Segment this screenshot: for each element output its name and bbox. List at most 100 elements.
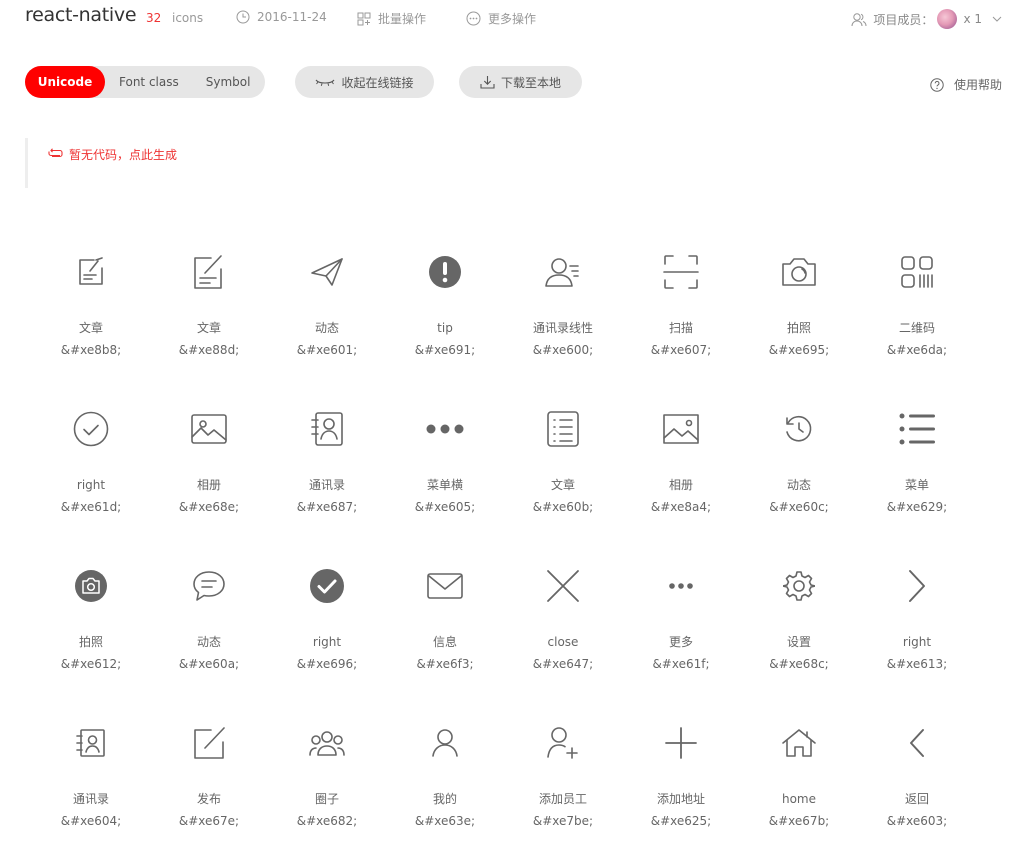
code-panel: 暂无代码，点此生成 xyxy=(25,138,177,188)
chat-bubble-icon xyxy=(189,562,229,610)
icon-name: home xyxy=(781,792,817,806)
icon-name: 拍照 xyxy=(78,635,103,649)
icon-code: &#xe63e; xyxy=(414,814,476,828)
contact-card-icon xyxy=(71,719,111,767)
icon-item[interactable]: right &#xe613; xyxy=(858,562,976,719)
icon-item[interactable]: 拍照 &#xe612; xyxy=(32,562,150,719)
icon-item[interactable]: right &#xe61d; xyxy=(32,405,150,562)
article-edit-icon xyxy=(189,248,229,296)
icon-grid: 文章 &#xe8b8; 文章 &#xe88d; 动态 &#xe601; tip &#xe691… xyxy=(32,248,976,857)
icon-code: &#xe8a4; xyxy=(650,500,712,514)
avatar[interactable] xyxy=(937,9,958,29)
icon-item[interactable]: 文章 &#xe88d; xyxy=(150,248,268,405)
tab-unicode[interactable]: Unicode xyxy=(25,66,105,98)
icon-item[interactable]: 拍照 &#xe695; xyxy=(740,248,858,405)
date-text: 2016-11-24 xyxy=(257,10,327,24)
icon-code: &#xe60b; xyxy=(532,500,594,514)
icon-item[interactable]: close &#xe647; xyxy=(504,562,622,719)
icon-name: 添加员工 xyxy=(538,792,587,806)
icon-code: &#xe695; xyxy=(768,343,830,357)
icon-code: &#xe607; xyxy=(650,343,712,357)
format-tabs: Unicode Font class Symbol xyxy=(25,66,265,98)
icon-item[interactable]: 发布 &#xe67e; xyxy=(150,719,268,857)
download-button[interactable]: 下载至本地 xyxy=(459,66,582,98)
help-circle-icon xyxy=(930,77,944,92)
icon-item[interactable]: 相册 &#xe68e; xyxy=(150,405,268,562)
icon-item[interactable]: 添加地址 &#xe625; xyxy=(622,719,740,857)
icon-item[interactable]: 动态 &#xe60c; xyxy=(740,405,858,562)
collapse-link-button[interactable]: 收起在线链接 xyxy=(295,66,434,98)
icon-item[interactable]: 添加员工 &#xe7be; xyxy=(504,719,622,857)
icon-item[interactable]: 菜单 &#xe629; xyxy=(858,405,976,562)
icon-item[interactable]: tip &#xe691; xyxy=(386,248,504,405)
icon-item[interactable]: 扫描 &#xe607; xyxy=(622,248,740,405)
generate-code-link[interactable]: 暂无代码，点此生成 xyxy=(69,146,177,163)
collapse-link-label: 收起在线链接 xyxy=(341,75,414,90)
icon-item[interactable]: 返回 &#xe603; xyxy=(858,719,976,857)
icon-name: tip xyxy=(437,321,453,335)
icon-item[interactable]: 我的 &#xe63e; xyxy=(386,719,504,857)
more-operation-button[interactable]: 更多操作 xyxy=(466,10,536,27)
icon-item[interactable]: 动态 &#xe601; xyxy=(268,248,386,405)
user-icon xyxy=(425,719,465,767)
icon-code: &#xe601; xyxy=(296,343,358,357)
camera-filled-icon xyxy=(71,562,111,610)
icon-name: 动态 xyxy=(786,478,811,492)
date-info: 2016-11-24 xyxy=(236,10,327,24)
icon-code: &#xe647; xyxy=(532,657,594,671)
icon-code: &#xe696; xyxy=(296,657,358,671)
project-members[interactable]: 项目成员： x 1 xyxy=(851,9,1002,29)
history-icon xyxy=(779,405,819,453)
article-icon xyxy=(71,248,111,296)
icon-name: 文章 xyxy=(78,321,103,335)
batch-icon xyxy=(357,12,371,25)
icon-code: &#xe8b8; xyxy=(60,343,122,357)
icon-count-label: icons xyxy=(172,11,204,25)
icon-code: &#xe68e; xyxy=(178,500,240,514)
icon-name: 相册 xyxy=(668,478,693,492)
icon-item[interactable]: 设置 &#xe68c; xyxy=(740,562,858,719)
icon-item[interactable]: 圈子 &#xe682; xyxy=(268,719,386,857)
icon-item[interactable]: 二维码 &#xe6da; xyxy=(858,248,976,405)
icon-name: 返回 xyxy=(904,792,929,806)
tab-font-class[interactable]: Font class xyxy=(119,66,179,98)
address-book-icon xyxy=(307,405,347,453)
chevron-down-icon[interactable] xyxy=(992,16,1002,22)
check-circle-icon xyxy=(71,405,111,453)
icon-item[interactable]: 相册 &#xe8a4; xyxy=(622,405,740,562)
paper-plane-icon xyxy=(307,248,347,296)
members-label: 项目成员： xyxy=(873,12,934,27)
icon-item[interactable]: 信息 &#xe6f3; xyxy=(386,562,504,719)
tab-symbol[interactable]: Symbol xyxy=(206,66,251,98)
more-circle-icon xyxy=(466,11,481,26)
icon-code: &#xe60a; xyxy=(178,657,240,671)
icon-code: &#xe687; xyxy=(296,500,358,514)
icon-item[interactable]: home &#xe67b; xyxy=(740,719,858,857)
icon-item[interactable]: 更多 &#xe61f; xyxy=(622,562,740,719)
batch-operation-button[interactable]: 批量操作 xyxy=(357,10,426,27)
icon-item[interactable]: 通讯录 &#xe604; xyxy=(32,719,150,857)
download-label: 下载至本地 xyxy=(500,75,561,90)
icon-code: &#xe625; xyxy=(650,814,712,828)
eye-closed-icon xyxy=(316,79,335,86)
members-count: x 1 xyxy=(963,12,982,26)
publish-icon xyxy=(189,719,229,767)
icon-item[interactable]: 文章 &#xe8b8; xyxy=(32,248,150,405)
icon-name: 扫描 xyxy=(668,321,693,335)
clock-icon xyxy=(236,10,250,24)
icon-code: &#xe68c; xyxy=(769,657,829,671)
icon-name: 发布 xyxy=(196,792,221,806)
icon-item[interactable]: 文章 &#xe60b; xyxy=(504,405,622,562)
icon-code: &#xe605; xyxy=(414,500,476,514)
icon-item[interactable]: 菜单横 &#xe605; xyxy=(386,405,504,562)
icon-item[interactable]: right &#xe696; xyxy=(268,562,386,719)
icon-item[interactable]: 通讯录线性 &#xe600; xyxy=(504,248,622,405)
home-icon xyxy=(779,719,819,767)
picture-icon xyxy=(189,405,229,453)
icon-item[interactable]: 动态 &#xe60a; xyxy=(150,562,268,719)
list-doc-icon xyxy=(543,405,583,453)
icon-name: 文章 xyxy=(550,478,575,492)
help-link[interactable]: 使用帮助 xyxy=(930,76,1002,93)
icon-name: 更多 xyxy=(668,635,693,649)
icon-item[interactable]: 通讯录 &#xe687; xyxy=(268,405,386,562)
